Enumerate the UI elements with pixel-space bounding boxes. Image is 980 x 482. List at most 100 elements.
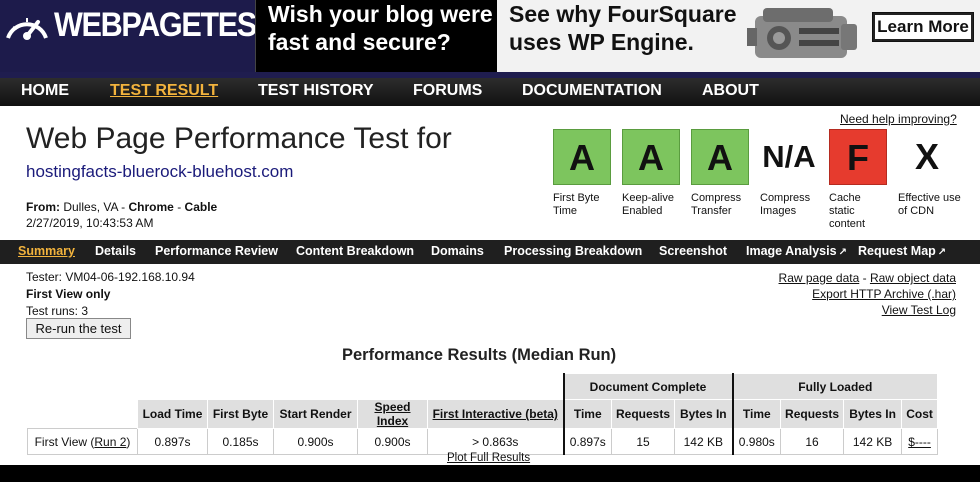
cell-doc-bytes: 142 KB bbox=[674, 428, 734, 455]
results-table: Document Complete Fully Loaded Load Time… bbox=[27, 373, 939, 455]
subnav-screenshot[interactable]: Screenshot bbox=[659, 244, 727, 258]
col-doc-time: Time bbox=[562, 399, 612, 429]
group-header-row: Document Complete Fully Loaded bbox=[27, 373, 939, 400]
run-2-link[interactable]: Run 2 bbox=[94, 435, 126, 449]
blank-header bbox=[137, 373, 208, 400]
need-help-link[interactable]: Need help improving? bbox=[840, 112, 957, 126]
nav-test-history[interactable]: TEST HISTORY bbox=[258, 82, 374, 100]
subnav-request-map[interactable]: Request Map ↗ bbox=[858, 244, 946, 258]
grade-label-compress-transfer: Compress Transfer bbox=[691, 192, 742, 217]
ad-right-text: See why FourSquare uses WP Engine. bbox=[509, 0, 737, 56]
col-doc-requests: Requests bbox=[610, 399, 676, 429]
cell-start-render: 0.900s bbox=[273, 428, 358, 455]
document-complete-header: Document Complete bbox=[562, 373, 734, 400]
external-link-icon: ↗ bbox=[937, 247, 947, 258]
cell-doc-time: 0.897s bbox=[562, 428, 612, 455]
speed-index-link[interactable]: Speed Index bbox=[374, 400, 410, 428]
col-doc-bytes: Bytes In bbox=[674, 399, 734, 429]
subnav-domains[interactable]: Domains bbox=[431, 244, 484, 258]
subnav-image-analysis-label: Image Analysis bbox=[746, 244, 837, 258]
ad-left-line1: Wish your blog were bbox=[268, 1, 493, 27]
first-interactive-link[interactable]: First Interactive (beta) bbox=[433, 407, 558, 421]
grade-label-cdn: Effective use of CDN bbox=[898, 192, 961, 217]
from-label: From: bbox=[26, 200, 60, 214]
advertisement-banner[interactable]: Wish your blog were fast and secure? See… bbox=[255, 0, 980, 72]
view-test-log-link[interactable]: View Test Log bbox=[882, 303, 956, 317]
subnav-summary[interactable]: Summary bbox=[18, 244, 75, 258]
cell-first-interactive: > 0.863s bbox=[427, 428, 564, 455]
nav-home[interactable]: HOME bbox=[21, 82, 69, 100]
blank-header bbox=[357, 373, 428, 400]
subnav-processing-breakdown[interactable]: Processing Breakdown bbox=[504, 244, 642, 258]
main-content: Web Page Performance Test for hostingfac… bbox=[0, 106, 980, 465]
subnav-request-map-label: Request Map bbox=[858, 244, 936, 258]
raw-page-data-link[interactable]: Raw page data bbox=[779, 271, 860, 285]
main-nav: HOME TEST RESULT TEST HISTORY FORUMS DOC… bbox=[0, 78, 980, 106]
cell-cost[interactable]: $---- bbox=[901, 428, 939, 455]
subnav-performance-review[interactable]: Performance Review bbox=[155, 244, 278, 258]
cost-link[interactable]: $---- bbox=[908, 435, 931, 449]
grade-compress-transfer[interactable]: A bbox=[691, 129, 749, 185]
learn-more-button[interactable]: Learn More bbox=[872, 12, 974, 42]
nav-about[interactable]: ABOUT bbox=[702, 82, 759, 100]
ad-right-panel[interactable]: See why FourSquare uses WP Engine. Learn… bbox=[497, 0, 980, 72]
row-label: First View (Run 2) bbox=[27, 428, 138, 455]
subnav-details[interactable]: Details bbox=[95, 244, 136, 258]
raw-data-links: Raw page data - Raw object data Export H… bbox=[779, 270, 956, 318]
webpagetest-logo[interactable]: WEBPAGETEST bbox=[0, 0, 275, 72]
logo-text: WEBPAGETEST bbox=[54, 6, 275, 44]
row-label-end: ) bbox=[126, 434, 131, 449]
cell-doc-requests: 15 bbox=[610, 428, 676, 455]
col-first-interactive[interactable]: First Interactive (beta) bbox=[427, 399, 564, 429]
row-label-start: First View ( bbox=[34, 434, 95, 449]
grade-keep-alive[interactable]: A bbox=[622, 129, 680, 185]
grade-compress-images[interactable]: N/A bbox=[760, 129, 818, 185]
subnav-content-breakdown[interactable]: Content Breakdown bbox=[296, 244, 414, 258]
grade-cache-static[interactable]: F bbox=[829, 129, 887, 185]
col-first-byte: First Byte bbox=[207, 399, 274, 429]
grade-cdn[interactable]: X bbox=[898, 129, 956, 185]
col-load-time: Load Time bbox=[137, 399, 208, 429]
ad-left-panel[interactable]: Wish your blog were fast and secure? bbox=[268, 0, 498, 72]
column-header-row: Load Time First Byte Start Render Speed … bbox=[27, 399, 939, 429]
blank-header bbox=[27, 399, 138, 429]
col-full-requests: Requests bbox=[780, 399, 845, 429]
tester-info: Tester: VM04-06-192.168.10.94 bbox=[26, 270, 195, 284]
plot-full-results-link[interactable]: Plot Full Results bbox=[447, 452, 530, 464]
from-connection: Cable bbox=[184, 200, 218, 214]
nav-forums[interactable]: FORUMS bbox=[413, 82, 482, 100]
blank-header bbox=[207, 373, 274, 400]
blank-header bbox=[427, 373, 564, 400]
export-har-link[interactable]: Export HTTP Archive (.har) bbox=[812, 287, 956, 301]
results-subnav: Summary Details Performance Review Conte… bbox=[0, 240, 980, 264]
cell-full-requests: 16 bbox=[780, 428, 845, 455]
external-link-icon: ↗ bbox=[838, 247, 847, 258]
raw-object-data-link[interactable]: Raw object data bbox=[870, 271, 956, 285]
raw-links-row2: Export HTTP Archive (.har) bbox=[779, 286, 956, 302]
col-speed-index[interactable]: Speed Index bbox=[357, 399, 428, 429]
cell-full-bytes: 142 KB bbox=[843, 428, 903, 455]
test-date: 2/27/2019, 10:43:53 AM bbox=[26, 216, 154, 230]
blank-header bbox=[273, 373, 358, 400]
grade-label-keep-alive: Keep-alive Enabled bbox=[622, 192, 674, 217]
ad-left-line2: fast and secure? bbox=[268, 29, 451, 55]
from-location: Dulles, VA - bbox=[63, 200, 126, 214]
speedometer-icon bbox=[6, 18, 48, 40]
test-runs: Test runs: 3 bbox=[26, 304, 89, 318]
from-browser: Chrome bbox=[128, 200, 174, 214]
subnav-image-analysis[interactable]: Image Analysis ↗ bbox=[746, 244, 847, 258]
col-start-render: Start Render bbox=[273, 399, 358, 429]
rerun-test-button[interactable]: Re-run the test bbox=[26, 318, 131, 339]
raw-links-row3: View Test Log bbox=[779, 302, 956, 318]
col-cost: Cost bbox=[901, 399, 939, 429]
fully-loaded-header: Fully Loaded bbox=[731, 373, 939, 400]
cell-speed-index: 0.900s bbox=[357, 428, 428, 455]
grade-label-first-byte: First Byte Time bbox=[553, 192, 600, 217]
cell-load-time: 0.897s bbox=[137, 428, 208, 455]
nav-documentation[interactable]: DOCUMENTATION bbox=[522, 82, 662, 100]
grade-first-byte[interactable]: A bbox=[553, 129, 611, 185]
from-sep: - bbox=[177, 200, 182, 214]
raw-links-separator: - bbox=[859, 271, 870, 285]
test-location: From: Dulles, VA - Chrome - Cable bbox=[26, 200, 217, 214]
nav-test-result[interactable]: TEST RESULT bbox=[110, 82, 218, 100]
